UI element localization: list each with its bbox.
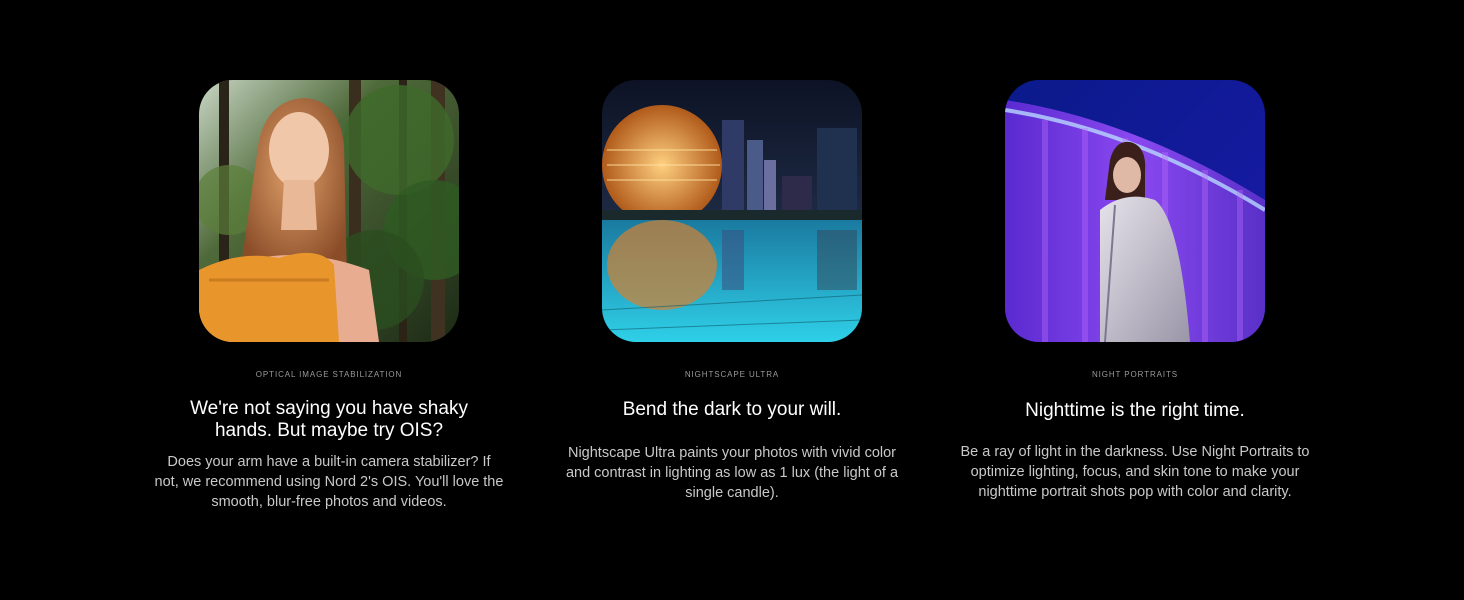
feature-eyebrow: NIGHTSCAPE ULTRA	[684, 370, 780, 379]
feature-eyebrow: NIGHT PORTRAITS	[1091, 370, 1179, 379]
feature-card-night-portraits: NIGHT PORTRAITS Nighttime is the right t…	[945, 80, 1325, 502]
feature-description: Does your arm have a built-in camera sta…	[154, 454, 504, 510]
night-portrait-photo	[1005, 80, 1265, 342]
feature-headline: We're not saying you have shaky hands. B…	[190, 398, 468, 441]
feature-headline: Nighttime is the right time.	[1025, 400, 1245, 421]
feature-description: Be a ray of light in the darkness. Use N…	[960, 444, 1310, 500]
feature-headline: Bend the dark to your will.	[622, 399, 842, 420]
woman-in-forest-photo	[199, 80, 459, 342]
feature-eyebrow: OPTICAL IMAGE STABILIZATION	[255, 370, 403, 379]
feature-card-nightscape: NIGHTSCAPE ULTRA Bend the dark to your w…	[542, 80, 922, 503]
feature-description: Nightscape Ultra paints your photos with…	[565, 445, 899, 501]
feature-card-ois: OPTICAL IMAGE STABILIZATION We're not sa…	[139, 80, 519, 512]
city-night-reflection-photo	[602, 80, 862, 342]
